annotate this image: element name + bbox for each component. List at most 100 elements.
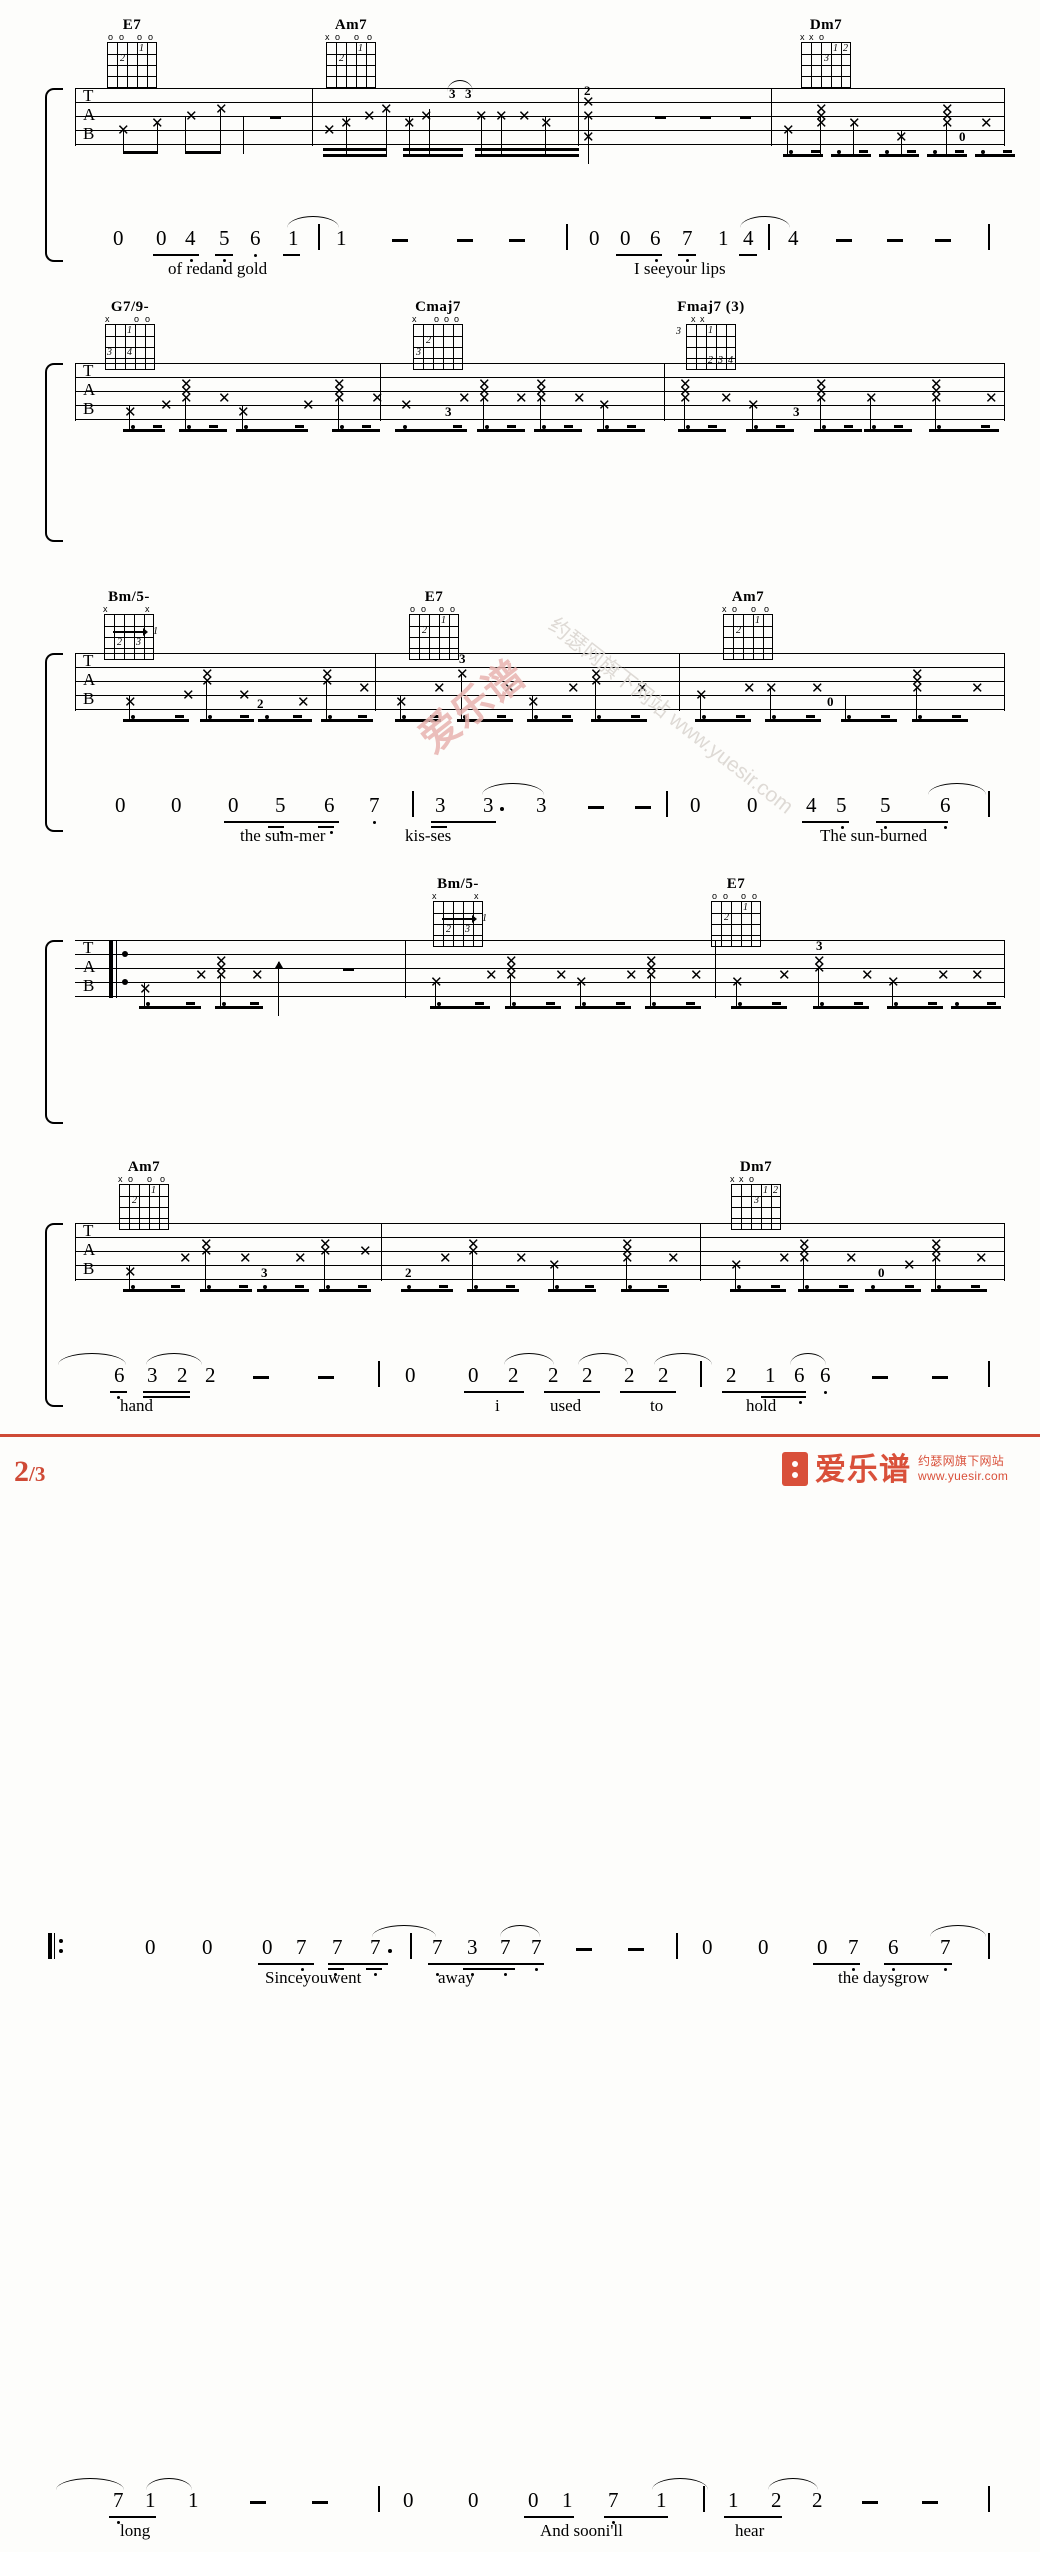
chord-name: Bm/5- (437, 876, 479, 892)
jianpu-note: 7 (500, 1935, 511, 1959)
jianpu-note: 0 (468, 2488, 479, 2512)
chord-diagram-am7-2: Am7 xooo 2 1 (716, 590, 780, 660)
page-total: 3 (34, 1462, 46, 1486)
jianpu-note: 7 (531, 1935, 542, 1959)
page-current: 2 (14, 1455, 29, 1488)
chord-open-marks: xooo (722, 604, 770, 614)
jianpu-note: 7 (682, 226, 693, 250)
tab-clef: T A B (83, 361, 96, 418)
jianpu-note: 1 (145, 2488, 156, 2512)
lyric-text: i (495, 1396, 500, 1415)
chord-name: Cmaj7 (415, 299, 461, 315)
chord-diagram-bm5b-1: Bm/5- xx 1 2 3 (97, 590, 161, 660)
jianpu-note: 0 (702, 1935, 713, 1959)
chord-diagram-dm7: Dm7 xxo 1 2 3 (794, 18, 858, 88)
lyric-text: kis-ses (405, 826, 452, 845)
chord-diagram-fmaj7: Fmaj7 (3) xx 3 1 2 3 4 (666, 300, 756, 370)
chord-open-marks: xx (691, 314, 705, 324)
jianpu-note: 2 (205, 1363, 216, 1387)
jianpu-note: 0 (228, 793, 239, 817)
chord-open-marks: xoo (105, 314, 151, 324)
lyric-text: And sooni'll (540, 2521, 623, 2540)
jianpu-row-4: 0 0 0 7 7 7 7 3 7 7 0 0 0 7 6 7 Sinceyou… (0, 1925, 1040, 1999)
chord-name: Dm7 (809, 17, 843, 33)
logo-text-block: 约瑟网旗下网站 www.yuesir.com (918, 1455, 1008, 1483)
jianpu-note: 3 (483, 793, 494, 817)
chord-open-marks: oooo (108, 32, 154, 42)
system-brace (45, 940, 63, 1124)
jianpu-note: 0 (403, 2488, 414, 2512)
jianpu-note: 0 (528, 2488, 539, 2512)
jianpu-note: 0 (589, 226, 600, 250)
jianpu-note: 2 (658, 1363, 669, 1387)
chord-name: Am7 (334, 17, 368, 33)
jianpu-note: 0 (468, 1363, 479, 1387)
chord-open-marks: xooo (118, 1174, 166, 1184)
jianpu-note: 6 (888, 1935, 899, 1959)
chord-name: Bm/5- (108, 589, 150, 605)
jianpu-note: 7 (113, 2488, 124, 2512)
jianpu-note: 5 (275, 793, 286, 817)
lyric-text: I seeyour lips (634, 259, 726, 278)
lyric-text: Sinceyouwent (265, 1968, 362, 1987)
chord-diagram-e7-2: E7 oooo 2 1 (402, 590, 466, 660)
jianpu-note: 3 (435, 793, 446, 817)
page-number: 2/3 (14, 1455, 45, 1489)
lyric-text: hand (120, 1396, 154, 1415)
jianpu-note: 6 (794, 1363, 805, 1387)
jianpu-note: 5 (880, 793, 891, 817)
jianpu-note: 2 (812, 2488, 823, 2512)
jianpu-note: 7 (296, 1935, 307, 1959)
jianpu-note: 6 (650, 226, 661, 250)
jianpu-note: 2 (177, 1363, 188, 1387)
chord-diagram-bm5b-2: Bm/5- xx 1 2 3 (426, 877, 490, 947)
jianpu-note: 7 (370, 1935, 381, 1959)
jianpu-note: 0 (758, 1935, 769, 1959)
logo-url: www.yuesir.com (918, 1469, 1009, 1483)
jianpu-note: 0 (620, 226, 631, 250)
chord-grid: 2 1 (326, 42, 376, 88)
system-brace (45, 1223, 63, 1407)
jianpu-note: 0 (405, 1363, 416, 1387)
tab-clef: T A B (83, 651, 96, 708)
jianpu-note: 2 (624, 1363, 635, 1387)
chord-name: Am7 (127, 1159, 161, 1175)
chord-diagram-am7-3: Am7 xooo 2 1 (112, 1160, 176, 1230)
tab-staff-2: T A B ✕ ✕ ✕ ✕ ✕ ✕ ✕ ✕ ✕ ✕ ✕ ✕ 3 ✕ ✕ ✕ ✕ … (75, 361, 1006, 433)
jianpu-note: 1 (336, 226, 347, 250)
jianpu-note: 0 (690, 793, 701, 817)
jianpu-note: 4 (743, 226, 754, 250)
lyric-text: The sun-burned (820, 826, 928, 845)
chord-diagram-g7b9: G7/9- xoo 1 3 4 (98, 300, 162, 370)
chord-grid: 1 2 3 (801, 42, 851, 88)
jianpu-note: 4 (185, 226, 196, 250)
jianpu-note: 1 (765, 1363, 776, 1387)
jianpu-note: 1 (288, 226, 299, 250)
jianpu-note: 0 (156, 226, 167, 250)
chord-open-marks: xooo (325, 32, 373, 42)
lyric-text: the sum-mer (240, 826, 326, 845)
tab-staff-5: T A B ✕ ✕ ✕ ✕ ✕ 3 ✕ (75, 1221, 1006, 1293)
jianpu-note: 7 (332, 1935, 343, 1959)
jianpu-note: 6 (250, 226, 261, 250)
chord-grid: 2 1 (107, 42, 157, 88)
site-logo[interactable]: 爱乐谱 约瑟网旗下网站 www.yuesir.com (782, 1452, 1008, 1486)
jianpu-note: 3 (536, 793, 547, 817)
lyric-text: long (120, 2521, 151, 2540)
chord-open-marks: xx (103, 604, 150, 614)
system-brace (45, 363, 63, 542)
jianpu-note: 5 (219, 226, 230, 250)
chord-diagram-am7: Am7 xooo 2 1 (319, 18, 383, 88)
chord-fret-number: 3 (676, 326, 681, 337)
jianpu-note: 0 (747, 793, 758, 817)
jianpu-note: 3 (147, 1363, 158, 1387)
logo-name: 爱乐谱 (815, 1451, 911, 1487)
lyric-text: used (550, 1396, 582, 1415)
lyric-text: to (650, 1396, 664, 1415)
lyric-text: away (438, 1968, 474, 1987)
logo-tagline: 约瑟网旗下网站 (918, 1454, 1005, 1468)
lyric-text: of redand gold (168, 259, 268, 278)
jianpu-row-3: 6 3 2 2 0 0 2 2 2 2 2 2 1 6 6 hand i use… (0, 1353, 1040, 1427)
tab-clef: T A B (83, 86, 96, 143)
jianpu-note: 2 (582, 1363, 593, 1387)
